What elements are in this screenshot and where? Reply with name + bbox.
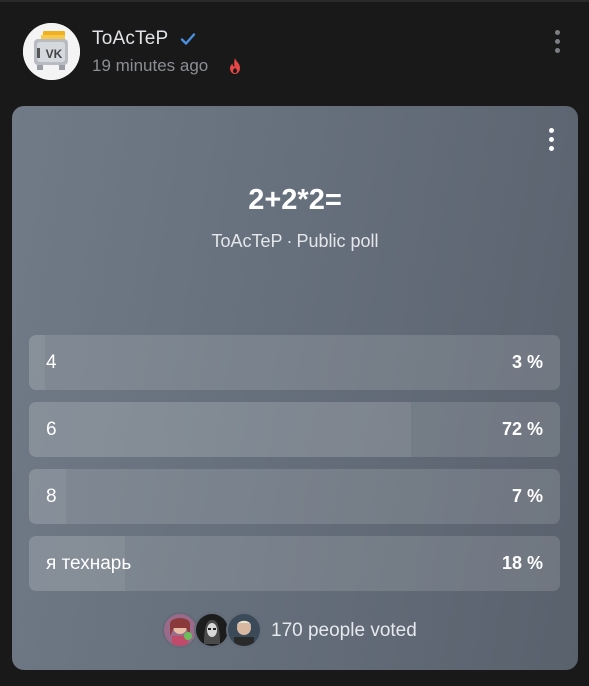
toaster-logo-icon: VK	[23, 23, 80, 80]
dot	[548, 146, 554, 151]
svg-text:VK: VK	[46, 47, 63, 61]
poll-question: 2+2*2=	[248, 184, 342, 216]
poll-author[interactable]: ToAcTeP	[211, 231, 282, 251]
post-timestamp[interactable]: 19 minutes ago	[92, 56, 208, 76]
author-avatar[interactable]: VK	[23, 23, 80, 80]
voter-avatar-image	[196, 614, 228, 646]
poll-option-fill	[29, 335, 45, 390]
poll-option-percent: 72 %	[501, 419, 543, 439]
poll-voters[interactable]: 170 people voted	[162, 612, 462, 648]
poll-option-percent: 3 %	[511, 352, 543, 372]
poll-type: Public poll	[296, 231, 379, 251]
post-header: VK ToAcTeP 19 minutes ago	[0, 0, 589, 100]
voter-avatar-image	[228, 614, 260, 646]
dot	[548, 137, 554, 142]
poll-subtitle: ToAcTeP · Public poll	[12, 231, 578, 252]
author-name[interactable]: ToAcTeP	[92, 28, 168, 50]
poll-card: 2+2*2= ToAcTeP · Public poll 4 3 % 6 72 % …	[12, 106, 578, 670]
poll-option[interactable]: 6 72 %	[29, 402, 560, 457]
poll-option-label: 8	[46, 486, 57, 507]
poll-option-label: 4	[46, 352, 57, 373]
voters-count: 170 people voted	[271, 620, 417, 641]
voter-avatar	[162, 612, 198, 648]
fire-icon	[230, 58, 240, 74]
voter-avatar	[194, 612, 230, 648]
post-menu-button[interactable]	[548, 30, 566, 56]
dot	[554, 30, 560, 35]
poll-menu-button[interactable]	[544, 128, 558, 154]
dot	[548, 128, 554, 133]
poll-option[interactable]: 8 7 %	[29, 469, 560, 524]
poll-option-label: я технарь	[46, 553, 132, 574]
dot	[554, 39, 560, 44]
poll-option[interactable]: я технарь 18 %	[29, 536, 560, 591]
poll-option-label: 6	[46, 419, 57, 440]
voter-avatar	[226, 612, 262, 648]
poll-subtitle-separator: ·	[286, 231, 293, 251]
voter-avatar-image	[164, 614, 196, 646]
poll-option[interactable]: 4 3 %	[29, 335, 560, 390]
dot	[554, 48, 560, 53]
verified-checkmark-icon	[180, 33, 196, 45]
poll-option-percent: 7 %	[511, 486, 543, 506]
poll-option-percent: 18 %	[501, 553, 543, 573]
poll-option-fill	[29, 402, 412, 457]
